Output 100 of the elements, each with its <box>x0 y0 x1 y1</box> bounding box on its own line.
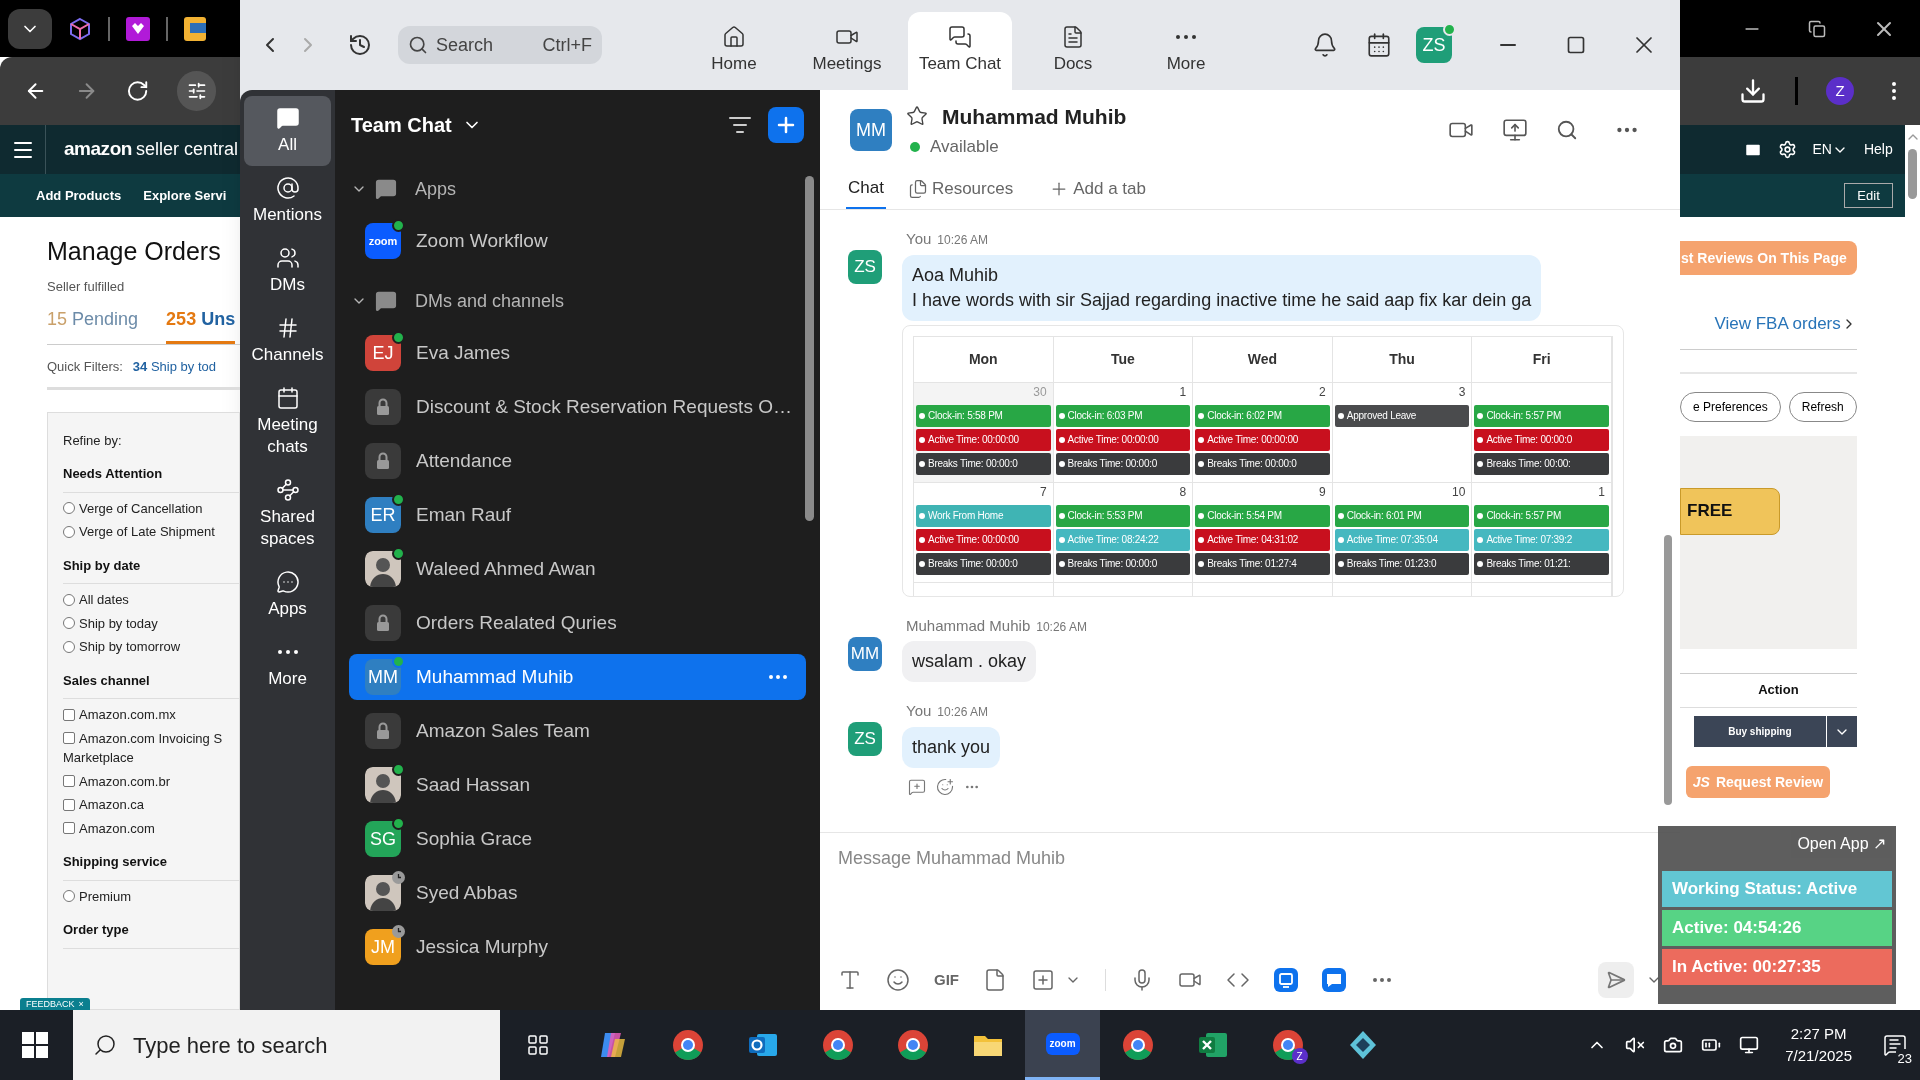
chat-list-item[interactable]: EJ Eva James <box>349 330 806 376</box>
chat-tab[interactable]: Resources <box>907 169 1014 209</box>
promo-button[interactable]: FREE <box>1680 487 1780 535</box>
search-field[interactable]: Type here to search <box>73 1010 500 1080</box>
nav-tab[interactable]: Team Chat <box>908 12 1012 90</box>
order-tab[interactable]: 15 Pending <box>47 306 139 344</box>
nav-tab[interactable]: Meetings <box>795 12 899 90</box>
download-icon[interactable] <box>1739 77 1767 105</box>
chat-list-item[interactable]: Syed Abbas <box>349 870 806 916</box>
chat-app-icon[interactable] <box>1322 968 1346 992</box>
clock-date[interactable]: 7/21/2025 <box>1785 1045 1852 1067</box>
star-icon[interactable] <box>906 105 928 128</box>
chat-list-item[interactable]: MM Muhammad Muhib <box>349 654 806 700</box>
sidebar-item[interactable]: More <box>244 630 331 700</box>
radio-button[interactable] <box>63 593 75 606</box>
panel-title[interactable]: Team Chat <box>351 110 452 140</box>
buy-shipping-button[interactable]: Buy shipping <box>1694 716 1826 747</box>
network-icon[interactable] <box>1739 1035 1760 1055</box>
notifications-icon[interactable] <box>1312 32 1338 58</box>
chat-list-item[interactable]: Waleed Ahmed Awan <box>349 546 806 592</box>
quick-filter-link[interactable]: 34 Ship by tod <box>132 357 216 377</box>
sidebar-item[interactable]: Meeting chats <box>244 376 331 468</box>
language-selector[interactable]: EN <box>1812 139 1848 160</box>
toolbar-button[interactable]: e Preferences <box>1680 391 1781 422</box>
sidebar-item[interactable]: DMs <box>244 236 331 306</box>
chat-list-item[interactable]: ER Eman Rauf <box>349 492 806 538</box>
edit-button[interactable]: Edit <box>1844 182 1893 209</box>
nav-tab[interactable]: Home <box>682 12 786 90</box>
help-link[interactable]: Help <box>1863 139 1893 160</box>
file-icon[interactable] <box>983 968 1007 992</box>
restore-icon[interactable] <box>1808 19 1826 38</box>
nav-tab[interactable]: Docs <box>1021 12 1125 90</box>
video-app-icon[interactable]: zoom <box>1045 1032 1080 1055</box>
checkbox[interactable] <box>63 798 75 811</box>
camera-icon[interactable] <box>1663 1035 1684 1055</box>
new-chat-button[interactable] <box>768 107 804 143</box>
nav-link[interactable]: Add Products <box>36 185 122 206</box>
browser-icon[interactable] <box>896 1029 929 1061</box>
scrollbar-thumb[interactable] <box>1908 149 1918 199</box>
app-icon[interactable] <box>126 16 150 41</box>
emoji-icon[interactable] <box>886 968 910 992</box>
sidebar-item[interactable]: Channels <box>244 306 331 376</box>
chat-list-item[interactable]: Saad Hassan <box>349 762 806 808</box>
dropdown-button[interactable] <box>1825 716 1857 747</box>
text-format-icon[interactable] <box>838 968 862 992</box>
radio-button[interactable] <box>63 502 75 515</box>
chat-tab[interactable]: Add a tab <box>1035 169 1146 209</box>
history-icon[interactable] <box>348 33 372 57</box>
order-tab[interactable]: 253 Uns <box>166 306 236 344</box>
chat-list-item[interactable]: Amazon Sales Team <box>349 708 806 754</box>
checkbox[interactable] <box>63 732 75 745</box>
radio-button[interactable] <box>63 890 75 903</box>
mute-icon[interactable] <box>1625 1035 1646 1055</box>
sidebar-item[interactable]: Mentions <box>244 166 331 236</box>
cube-icon[interactable] <box>68 16 92 41</box>
reply-icon[interactable] <box>908 777 926 796</box>
reload-icon[interactable] <box>126 79 150 103</box>
search-field[interactable]: Search Ctrl+F <box>398 26 602 64</box>
chat-list-item[interactable]: Attendance <box>349 438 806 484</box>
radio-button[interactable] <box>63 525 75 538</box>
settings-icon[interactable] <box>1777 140 1797 159</box>
nav-link[interactable]: Explore Servi <box>143 185 227 206</box>
browser-icon[interactable] <box>1121 1029 1154 1061</box>
message-input[interactable]: Message Muhammad Muhib <box>838 843 1662 873</box>
sidebar-item[interactable]: Shared spaces <box>244 468 331 560</box>
checkbox[interactable] <box>63 775 75 788</box>
gif-button[interactable]: GIF <box>934 968 959 992</box>
chat-list-item[interactable]: Orders Realated Quries <box>349 600 806 646</box>
sidebar-item[interactable]: All <box>244 96 331 166</box>
notifications-button[interactable]: 23 <box>1870 1010 1920 1080</box>
add-reaction-icon[interactable] <box>936 777 954 796</box>
site-settings-button[interactable] <box>177 71 216 111</box>
radio-button[interactable] <box>63 617 75 630</box>
clock-time[interactable]: 2:27 PM <box>1790 1023 1847 1045</box>
chat-tab[interactable]: Chat <box>846 169 886 209</box>
fba-orders-link[interactable]: View FBA orders <box>1714 311 1857 337</box>
radio-button[interactable] <box>63 640 75 653</box>
scrollbar[interactable] <box>805 176 814 521</box>
screenshot-icon[interactable] <box>1031 968 1055 992</box>
calendar-icon[interactable] <box>1366 32 1392 58</box>
box-icon[interactable] <box>184 16 206 41</box>
feedback-tab[interactable]: FEEDBACK × <box>20 998 90 1010</box>
search-icon[interactable] <box>1556 119 1578 141</box>
start-icon[interactable] <box>22 1032 48 1058</box>
browser-icon[interactable] <box>821 1029 854 1061</box>
toolbar-button[interactable]: Refresh <box>1788 391 1857 422</box>
tab-list-button[interactable] <box>8 8 52 49</box>
browser-icon[interactable] <box>671 1029 704 1061</box>
checkbox[interactable] <box>63 822 75 835</box>
task-view-icon[interactable] <box>525 1033 550 1057</box>
chat-list-item[interactable]: JM Jessica Murphy <box>349 924 806 970</box>
sidebar-item[interactable]: Apps <box>244 560 331 630</box>
section-header[interactable]: DMs and channels <box>335 272 820 330</box>
scrollbar[interactable] <box>1664 535 1672 805</box>
share-screen-icon[interactable] <box>1502 117 1528 143</box>
chat-list-item[interactable]: SG Sophia Grace <box>349 816 806 862</box>
chat-list-item[interactable]: zoom Zoom Workflow <box>349 218 806 264</box>
nav-tab[interactable]: More <box>1134 12 1238 90</box>
section-header[interactable]: Apps <box>335 160 820 218</box>
checkbox[interactable] <box>63 708 75 721</box>
